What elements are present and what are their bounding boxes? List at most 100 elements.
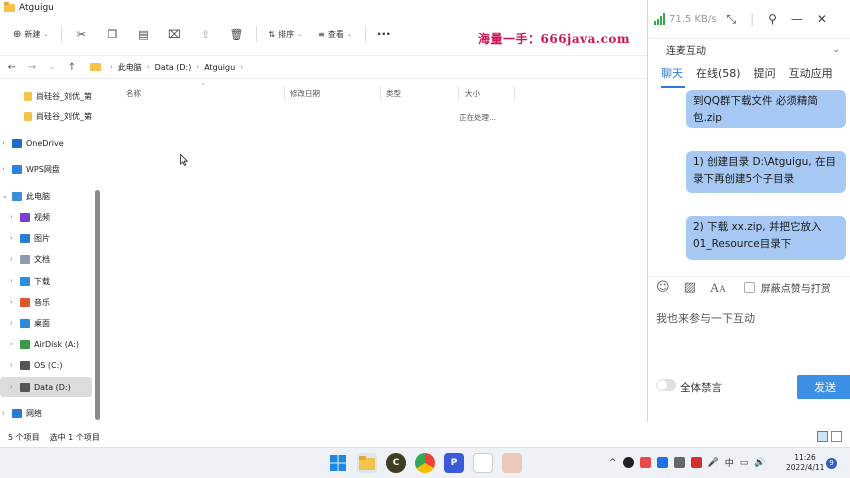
sort-icon: ⇅ [268,29,276,39]
item-count: 5 个项目 [8,433,40,442]
navigation-scrollbar-thumb[interactable] [95,190,100,420]
copy-icon[interactable]: ❐ [101,23,123,45]
tiles-view-icon[interactable] [831,431,842,442]
chevron-down-icon[interactable]: ⌄ [2,192,12,200]
share-icon[interactable]: ⇪ [194,23,216,45]
sidebar-item[interactable]: › OS (C:) [0,355,92,375]
minimize-icon[interactable]: — [791,12,803,27]
breadcrumb-data-drive[interactable]: Data (D:) [155,63,192,72]
sidebar-item[interactable]: › 视频 [0,207,92,227]
sidebar-item[interactable]: › 网络 [0,403,92,423]
chevron-right-icon[interactable]: › [10,298,20,306]
breadcrumb[interactable]: › 此电脑 › Data (D:) › Atguigu › [90,62,248,73]
column-divider[interactable] [514,86,515,100]
sidebar-item[interactable]: › 文档 [0,249,92,269]
sidebar-item[interactable]: 尚硅谷_刘优_第 [0,86,92,106]
chat-section-header[interactable]: 连麦互动 ⌄ [648,38,850,60]
chevron-up-icon[interactable]: ^ [609,458,617,468]
live-stream-app-icon[interactable] [502,453,522,473]
chevron-right-icon[interactable]: › [10,234,20,242]
column-divider[interactable] [284,86,285,100]
send-button[interactable]: 发送 [797,375,850,399]
app-p-icon[interactable]: P [444,453,464,473]
taskbar-clock[interactable]: 11:26 2022/4/11 [786,453,824,473]
chevron-right-icon[interactable]: › [10,255,20,263]
more-options-button[interactable]: ··· [374,23,394,45]
column-divider[interactable] [380,86,381,100]
sort-button[interactable]: ⇅ 排序 ⌄ [265,23,305,45]
tray-app-icon[interactable] [639,457,651,468]
column-header-type[interactable]: 类型 [386,88,401,99]
file-explorer-taskbar-icon[interactable] [357,453,377,473]
column-header-modified[interactable]: 修改日期 [290,88,320,99]
sidebar-item[interactable]: › AirDisk (A:) [0,334,92,354]
image-icon[interactable]: ▨ [684,280,696,295]
back-arrow-icon[interactable]: ← [4,62,20,73]
chevron-down-icon: ⌄ [346,30,352,38]
chat-message-input[interactable]: 我也来参与一下互动 [656,310,755,326]
microphone-icon[interactable]: 🎤 [708,458,719,468]
breadcrumb-atguigu[interactable]: Atguigu [204,63,235,72]
view-button[interactable]: ≡ 查看 ⌄ [315,23,355,45]
pin-icon[interactable]: ⚲ [768,12,777,27]
sidebar-item[interactable]: › Data (D:) [0,377,92,397]
cut-icon[interactable]: ✂ [70,23,92,45]
sidebar-item[interactable]: › WPS网盘 [0,159,92,179]
chevron-right-icon[interactable]: › [10,340,20,348]
ime-icon[interactable]: 中 [725,456,734,469]
tab-interactive-apps[interactable]: 互动应用 [789,65,833,81]
block-likes-checkbox[interactable] [743,282,755,293]
sidebar-item[interactable]: › 下载 [0,271,92,291]
chevron-right-icon[interactable]: › [2,409,12,417]
volume-icon[interactable]: 🔊 [754,458,765,468]
qq-icon[interactable] [622,457,634,468]
tab-chat[interactable]: 聊天 [661,65,683,81]
rename-icon[interactable]: ⌧ [163,23,185,45]
close-icon[interactable]: ✕ [817,12,827,27]
font-style-icon[interactable]: AA [710,280,726,296]
up-arrow-icon[interactable]: ↑ [64,62,80,73]
collapse-icon[interactable]: ⤡ [726,12,736,27]
chevron-down-icon[interactable]: ⌄ [832,45,840,55]
tray-app-icon[interactable] [690,457,702,468]
chevron-right-icon[interactable]: › [2,165,12,173]
chevron-right-icon[interactable]: › [10,361,20,369]
sidebar-item[interactable]: 尚硅谷_刘优_第 [0,106,92,126]
chevron-right-icon[interactable]: › [2,139,12,147]
sort-ascending-chevron-icon: ⌃ [200,82,206,90]
notification-badge[interactable]: 9 [826,458,837,469]
column-header-size[interactable]: 大小 [465,88,480,99]
network-icon[interactable]: ▭ [740,458,749,468]
sidebar-item[interactable]: ⌄ 此电脑 [0,186,92,206]
sidebar-item[interactable]: › 图片 [0,228,92,248]
mouse-cursor-icon [180,154,188,166]
chevron-right-icon[interactable]: › [10,213,20,221]
tray-app-icon[interactable] [673,457,685,468]
sidebar-item[interactable]: › OneDrive [0,133,92,153]
forward-arrow-icon[interactable]: → [24,62,40,73]
app-circle-icon[interactable]: C [386,453,406,473]
breadcrumb-this-pc[interactable]: 此电脑 [118,62,142,73]
chevron-right-icon[interactable]: › [10,319,20,327]
document-app-icon[interactable] [473,453,493,473]
emoji-icon[interactable]: ☺ [656,280,670,295]
sidebar-item[interactable]: › 桌面 [0,313,92,333]
column-divider[interactable] [458,86,459,100]
sidebar-item-label: OneDrive [26,138,64,148]
new-button[interactable]: ⊕ 新建 ⌄ [10,23,51,45]
mute-all-toggle[interactable] [656,379,676,391]
sidebar-item[interactable]: › 音乐 [0,292,92,312]
chevron-right-icon[interactable]: › [10,277,20,285]
chevron-right-icon[interactable]: › [10,383,20,391]
tray-app-icon[interactable] [656,457,668,468]
recent-locations-chevron-icon[interactable]: ⌄ [44,63,60,71]
chrome-icon[interactable] [415,453,435,473]
tab-online[interactable]: 在线(58) [696,65,741,81]
paste-icon[interactable]: ▤ [132,23,154,45]
clock-time: 11:26 [794,453,816,462]
column-header-name[interactable]: 名称 [126,88,141,99]
details-view-icon[interactable] [817,431,828,442]
tab-questions[interactable]: 提问 [754,65,776,81]
start-menu-icon[interactable] [328,453,348,473]
delete-icon[interactable]: 🗑 [225,23,247,45]
